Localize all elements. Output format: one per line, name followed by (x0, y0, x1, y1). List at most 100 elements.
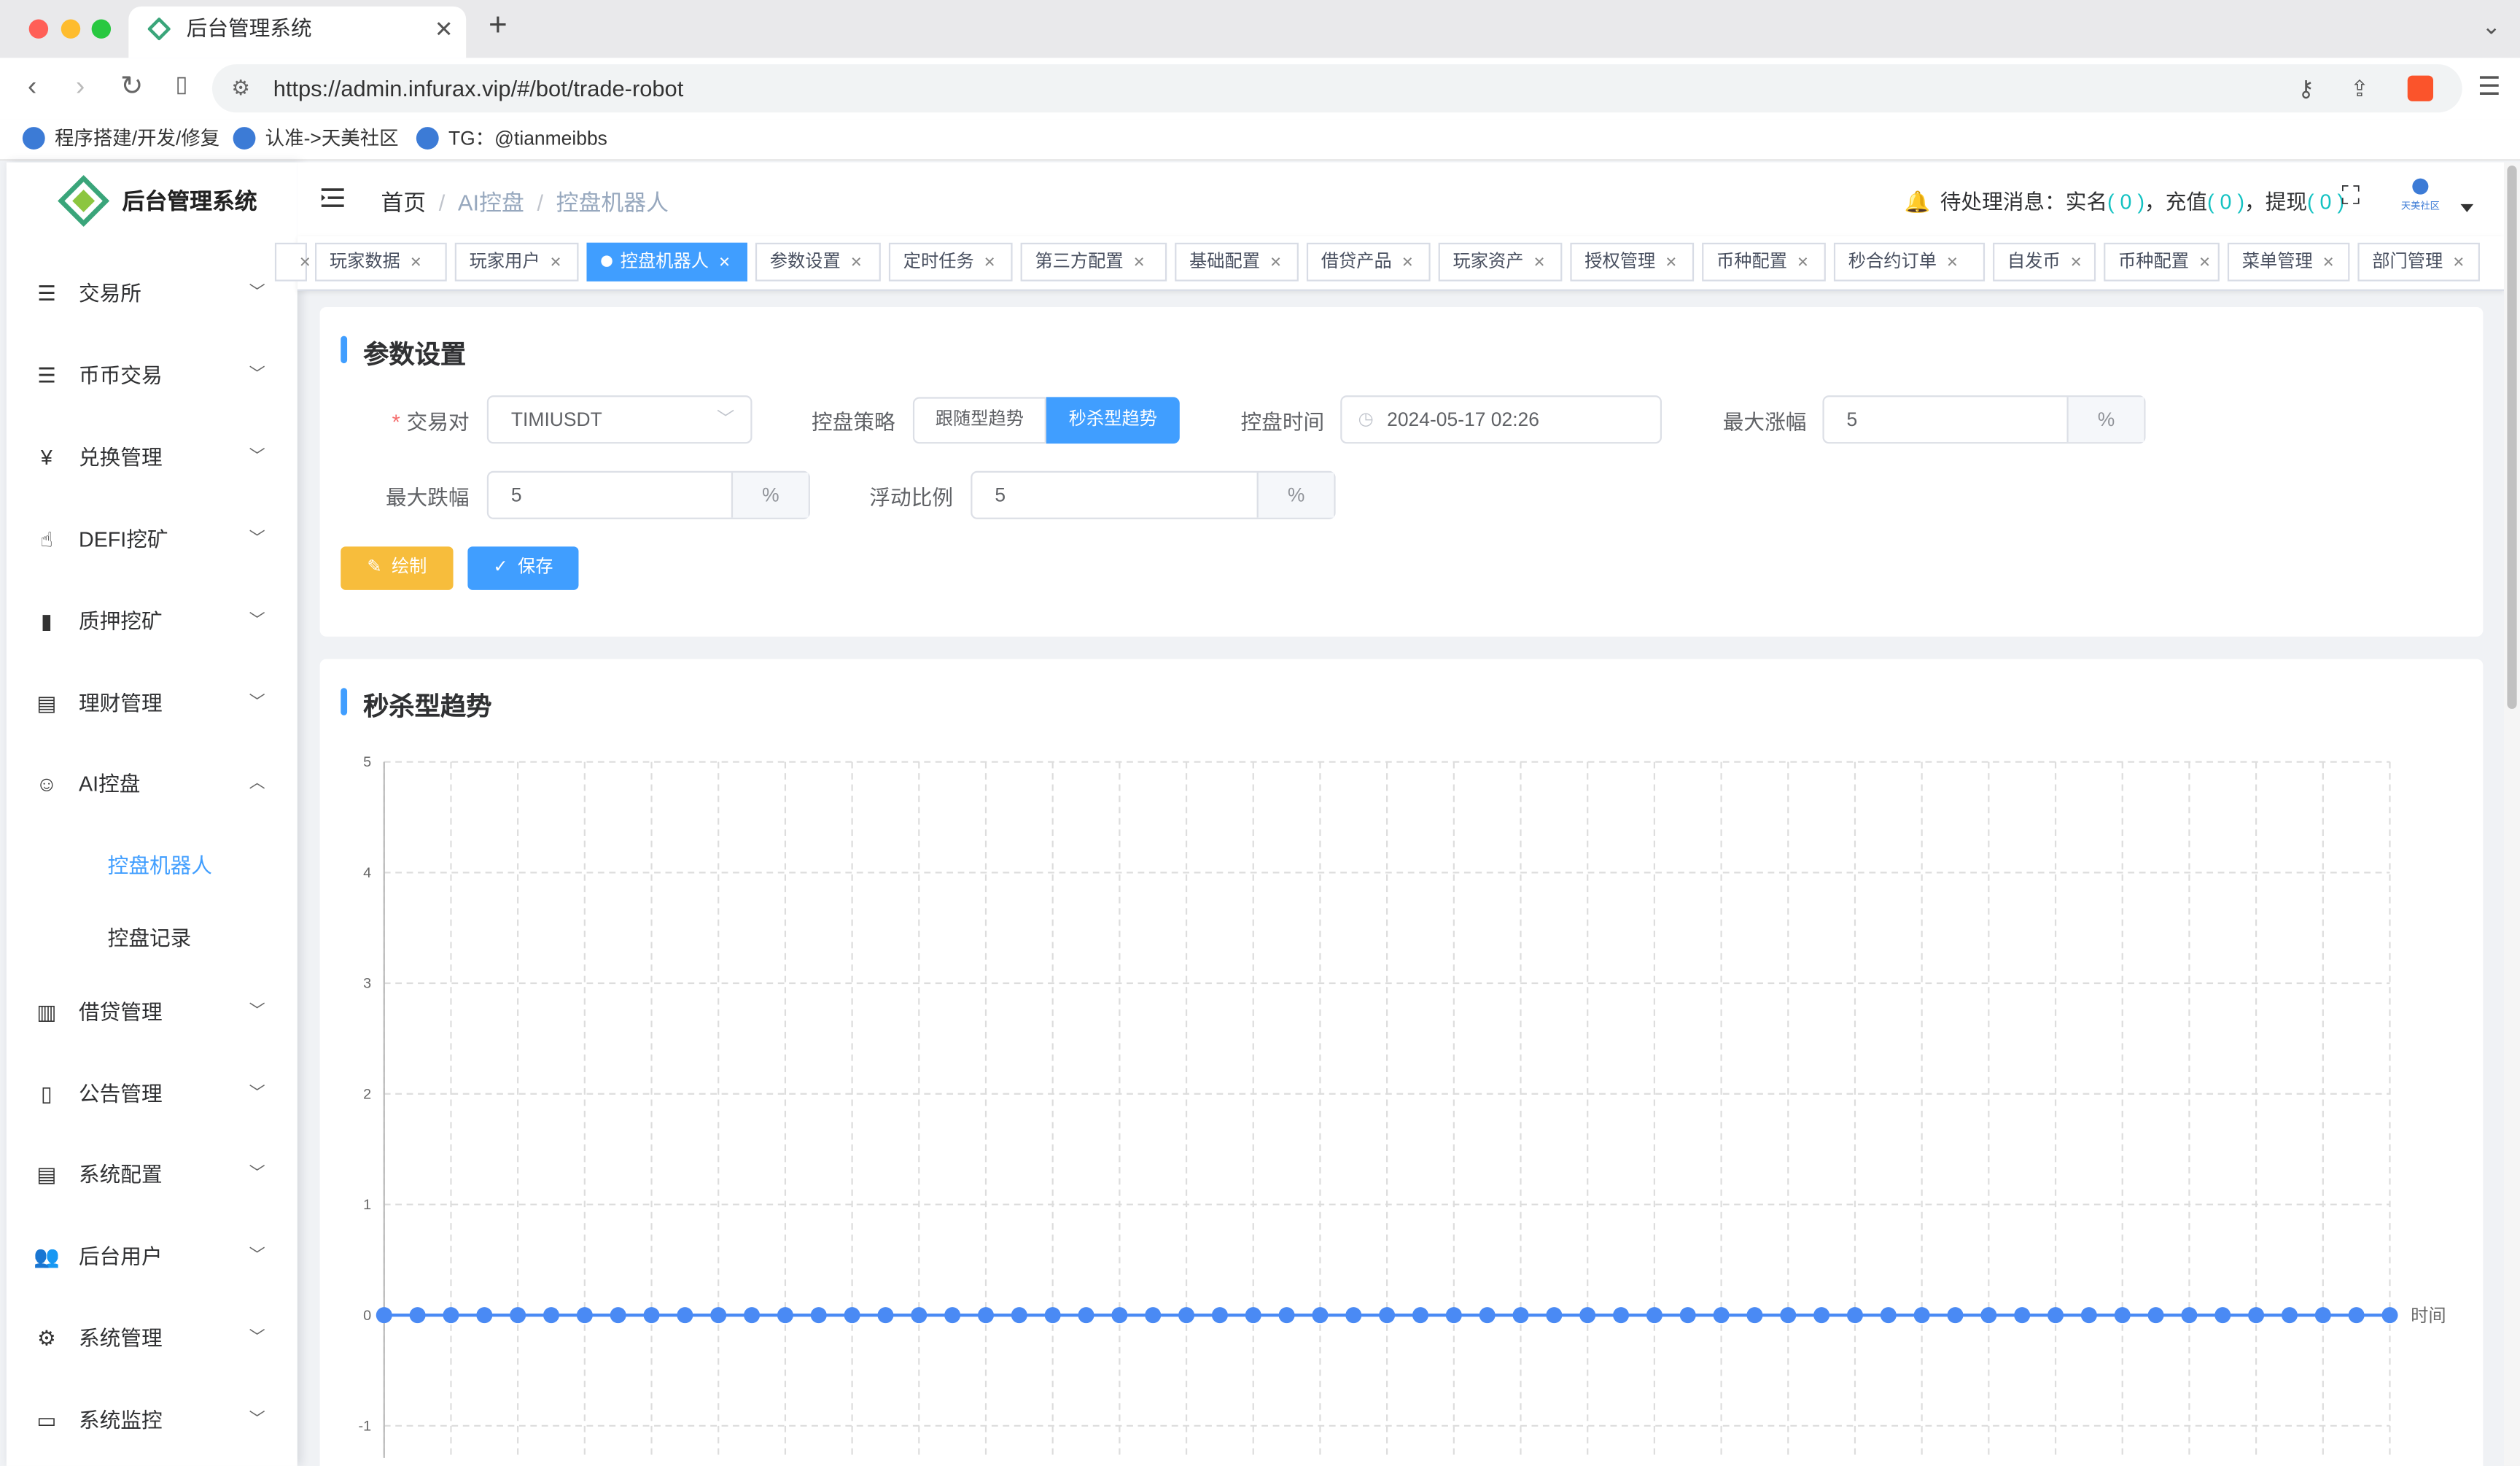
hamburger-icon[interactable] (320, 185, 346, 210)
maximize-window-button[interactable] (91, 19, 112, 39)
data-point (2147, 1307, 2164, 1324)
sidebar-item-loan[interactable]: ▥ 借贷管理 ﹀ (7, 972, 298, 1052)
tag-close-icon[interactable]: ✕ (2070, 254, 2082, 270)
tag-close-icon[interactable]: ✕ (1401, 254, 1414, 270)
tag-item[interactable]: 秒合约订单 ✕ (1833, 242, 1986, 282)
tag-close-icon[interactable]: ✕ (1946, 254, 1959, 270)
scrollbar-thumb[interactable] (2507, 166, 2517, 709)
notice-recharge-label[interactable]: 充值 (2166, 190, 2207, 214)
notice-realname-count[interactable]: ( 0 ) (2107, 190, 2144, 214)
trend-chart[interactable]: 5 4 3 2 1 0 -1 时间 (320, 740, 2484, 1466)
tag-close-icon[interactable]: ✕ (2198, 254, 2211, 270)
caret-down-icon[interactable] (2460, 203, 2474, 212)
tag-close-icon[interactable]: ✕ (984, 254, 996, 270)
back-icon[interactable]: ‹ (16, 71, 48, 103)
save-button[interactable]: ✓ 保存 (467, 546, 579, 590)
sidebar-item-ai-control[interactable]: ☺ AI控盘 ︿ (7, 744, 298, 824)
tag-item[interactable]: 玩家资产 ✕ (1438, 242, 1563, 282)
tag-item[interactable]: 参数设置 ✕ (755, 242, 881, 282)
key-icon[interactable]: ⚷ (2298, 64, 2314, 112)
bell-icon[interactable]: 🔔 (1905, 190, 1931, 214)
tag-close-icon[interactable]: ✕ (299, 254, 311, 270)
site-settings-icon[interactable]: ⚙ (231, 64, 250, 112)
data-point (2114, 1307, 2131, 1324)
reload-icon[interactable]: ↻ (116, 71, 148, 103)
fullscreen-icon[interactable]: ⛶ (2341, 183, 2360, 212)
sidebar-item-system-config[interactable]: ▤ 系统配置 ﹀ (7, 1135, 298, 1215)
notice-recharge-count[interactable]: ( 0 ) (2207, 190, 2244, 214)
close-tab-icon[interactable]: ✕ (435, 7, 454, 52)
brave-shield-icon[interactable] (2407, 75, 2434, 101)
breadcrumb-home[interactable]: 首页 (381, 190, 426, 215)
sidebar-item-exchange[interactable]: ☰ 交易所 ﹀ (7, 254, 298, 334)
tag-close-icon[interactable]: ✕ (1797, 254, 1809, 270)
tag-close-icon[interactable]: ✕ (2322, 254, 2335, 270)
notice-realname-label[interactable]: 实名 (2066, 190, 2107, 214)
close-window-button[interactable] (28, 19, 49, 39)
tag-item[interactable]: 部门管理 ✕ (2357, 242, 2480, 282)
tag-close-icon[interactable]: ✕ (1133, 254, 1146, 270)
notice-withdraw-label[interactable]: 提现 (2266, 190, 2307, 214)
sidebar-item-defi[interactable]: ☝ DEFI挖矿 ﹀ (7, 500, 298, 580)
tag-close-icon[interactable]: ✕ (2452, 254, 2465, 270)
sidebar-item-exchange-mgmt[interactable]: ¥ 兑换管理 ﹀ (7, 418, 298, 498)
max-fall-input[interactable]: 5 % (486, 470, 810, 519)
tag-close-icon[interactable]: ✕ (1533, 254, 1546, 270)
sidebar-item-coin-trading[interactable]: ☰ 币币交易 ﹀ (7, 336, 298, 416)
new-tab-icon[interactable]: + (489, 8, 508, 45)
sidebar-item-announcement[interactable]: ▯ 公告管理 ﹀ (7, 1055, 298, 1135)
data-point (1713, 1307, 1730, 1324)
sidebar-item-admin-users[interactable]: 👥 后台用户 ﹀ (7, 1217, 298, 1297)
tag-item[interactable]: 币种配置 ✕ (1702, 242, 1826, 282)
pair-select[interactable]: TIMIUSDT ﹀ (486, 395, 752, 444)
tag-item[interactable]: 授权管理 ✕ (1570, 242, 1695, 282)
forward-icon[interactable]: › (64, 71, 96, 103)
float-ratio-input[interactable]: 5 % (971, 470, 1336, 519)
tag-close-icon[interactable]: ✕ (1269, 254, 1282, 270)
tag-item[interactable]: 第三方配置 ✕ (1020, 242, 1167, 282)
draw-button[interactable]: ✎ 绘制 (341, 546, 454, 590)
tag-close-icon[interactable]: ✕ (850, 254, 863, 270)
bookmark-item[interactable]: 认准->天美社区 (233, 125, 399, 151)
strategy-spike-radio[interactable]: 秒杀型趋势 (1046, 397, 1180, 444)
sidebar-item-system-monitor[interactable]: ▭ 系统监控 ﹀ (7, 1381, 298, 1461)
page-scrollbar[interactable] (2503, 162, 2520, 1466)
breadcrumb: 首页 / AI控盘 / 控盘机器人 (381, 190, 669, 216)
max-rise-input[interactable]: 5 % (1822, 395, 2146, 444)
time-picker-input[interactable]: ◷ 2024-05-17 02:26 (1340, 395, 1662, 444)
sidebar-subitem-control-records[interactable]: 控盘记录 (108, 921, 192, 952)
notice-withdraw-count[interactable]: ( 0 ) (2307, 190, 2344, 214)
share-icon[interactable]: ⇪ (2350, 64, 2369, 112)
tag-item[interactable]: 借贷产品 ✕ (1306, 242, 1431, 282)
tag-item[interactable]: 币种配置 ✕ (2104, 242, 2220, 282)
chevron-down-icon: ﹀ (249, 284, 265, 303)
sidebar-item-finance[interactable]: ▤ 理财管理 ﹀ (7, 664, 298, 744)
tag-item[interactable]: 控盘机器人 ✕ (586, 242, 747, 282)
tag-item[interactable]: 定时任务 ✕ (888, 242, 1013, 282)
tag-item[interactable]: 基础配置 ✕ (1175, 242, 1299, 282)
tag-item[interactable]: ✕ (274, 242, 311, 282)
bookmark-item[interactable]: 程序搭建/开发/修复 (22, 125, 219, 151)
breadcrumb-ai-control[interactable]: AI控盘 (458, 190, 524, 215)
tab-list-chevron-icon[interactable]: ⌄ (2482, 13, 2501, 40)
tag-close-icon[interactable]: ✕ (718, 254, 731, 270)
address-input[interactable]: ⚙ https://admin.infurax.vip/#/bot/trade-… (211, 64, 2462, 113)
strategy-follow-radio[interactable]: 跟随型趋势 (912, 397, 1046, 444)
bookmark-icon[interactable]: ▯ (166, 71, 198, 98)
tag-item[interactable]: 玩家数据 ✕ (315, 242, 447, 282)
browser-menu-icon[interactable]: ☰ (2478, 71, 2501, 103)
tag-close-icon[interactable]: ✕ (1665, 254, 1677, 270)
sidebar-item-staking[interactable]: ▮ 质押挖矿 ﹀ (7, 582, 298, 662)
minimize-window-button[interactable] (61, 19, 81, 39)
tag-close-icon[interactable]: ✕ (410, 254, 422, 270)
tag-item[interactable]: 自发币 ✕ (1993, 242, 2096, 282)
browser-tab[interactable]: 后台管理系统 ✕ (128, 6, 467, 58)
avatar[interactable]: 天美社区 (2396, 178, 2444, 220)
sidebar-item-system-mgmt[interactable]: ⚙ 系统管理 ﹀ (7, 1299, 298, 1379)
tag-close-icon[interactable]: ✕ (550, 254, 562, 270)
tag-item[interactable]: 菜单管理 ✕ (2227, 242, 2350, 282)
sidebar-subitem-trade-robot[interactable]: 控盘机器人 (108, 849, 212, 880)
tag-item[interactable]: 玩家用户 ✕ (454, 242, 579, 282)
bookmark-item[interactable]: TG：@tianmeibbs (416, 125, 607, 151)
data-point (1780, 1307, 1797, 1324)
